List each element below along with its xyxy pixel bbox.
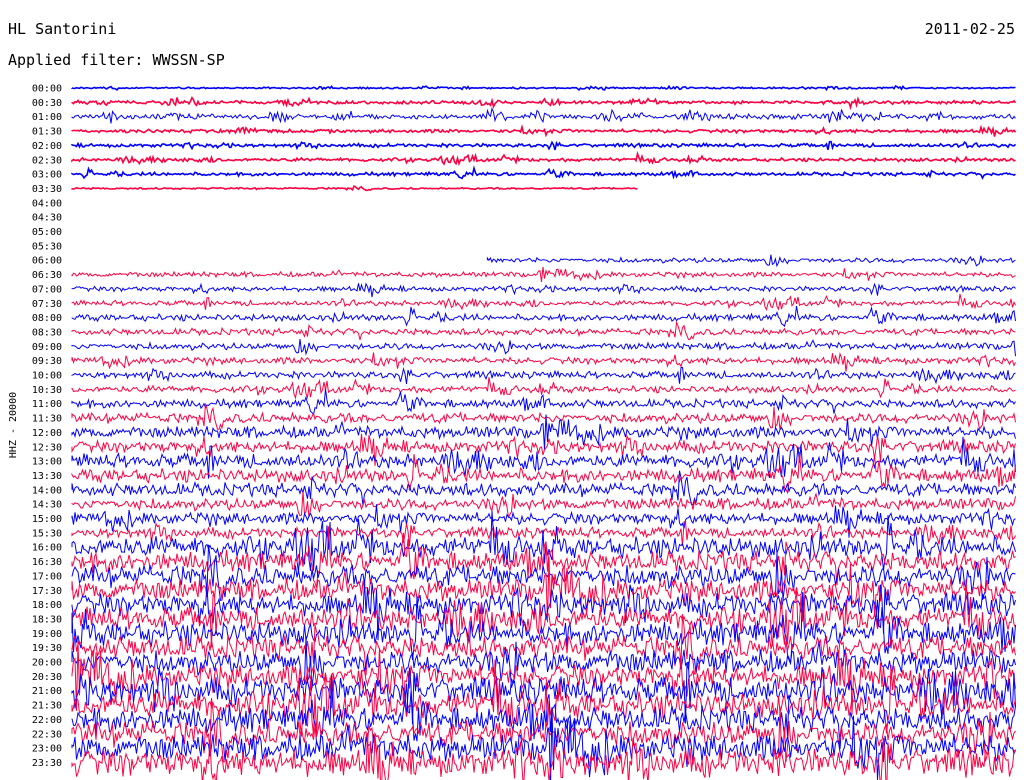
trace-line: [71, 403, 1016, 431]
time-label: 03:00: [32, 170, 62, 181]
trace-line: [71, 414, 1016, 450]
trace-line: [71, 377, 1016, 400]
trace-line: [71, 352, 1016, 372]
trace-line: [71, 697, 1016, 763]
trace-line: [71, 96, 1017, 111]
time-label: 08:00: [32, 313, 62, 324]
trace-line: [71, 320, 1016, 341]
trace-line: [71, 266, 1016, 282]
trace-line: [71, 140, 1017, 151]
time-label: 17:30: [32, 586, 62, 597]
time-label: 07:00: [32, 284, 62, 295]
trace-line: [71, 366, 1016, 385]
time-label: 11:00: [32, 399, 62, 410]
time-label: 15:30: [32, 528, 62, 539]
time-label: 10:30: [32, 385, 62, 396]
time-label: 05:30: [32, 241, 62, 252]
trace-line: [486, 254, 1016, 268]
time-tick-labels: 00:00 00:30 01:00 01:30 02:00 02:30 03:00 03:30…: [32, 84, 62, 769]
time-label: 21:30: [32, 701, 62, 712]
trace-line: [71, 150, 1016, 167]
helicorder-plot: 00:00 00:30 01:00 01:30 02:00 02:30 03:00 03:30…: [8, 84, 1017, 780]
time-label: 09:00: [32, 342, 62, 353]
time-label: 02:00: [32, 141, 62, 152]
time-label: 20:30: [32, 672, 62, 683]
time-label: 18:30: [32, 614, 62, 625]
time-label: 01:00: [32, 112, 62, 123]
time-label: 12:30: [32, 442, 62, 453]
time-label: 22:00: [32, 715, 62, 726]
time-label: 22:30: [32, 729, 62, 740]
time-label: 04:30: [32, 213, 62, 224]
time-label: 01:30: [32, 127, 62, 138]
trace-line: [71, 305, 1016, 328]
time-label: 12:00: [32, 428, 62, 439]
trace-line: [71, 106, 1016, 124]
time-label: 00:00: [32, 84, 62, 95]
time-label: 16:00: [32, 543, 62, 554]
time-label: 03:30: [32, 184, 62, 195]
time-label: 15:00: [32, 514, 62, 525]
time-label: 08:30: [32, 327, 62, 338]
time-label: 18:00: [32, 600, 62, 611]
time-label: 11:30: [32, 414, 62, 425]
time-label: 13:00: [32, 457, 62, 468]
time-label: 23:30: [32, 758, 62, 769]
time-label: 20:00: [32, 658, 62, 669]
time-label: 02:30: [32, 155, 62, 166]
trace-line: [71, 282, 1016, 298]
trace-line: [71, 338, 1016, 357]
trace-line: [71, 84, 1016, 92]
trace-line: [71, 165, 1016, 180]
time-label: 05:00: [32, 227, 62, 238]
time-label: 10:00: [32, 371, 62, 382]
trace-line: [71, 293, 1016, 312]
trace-line: [71, 470, 1016, 506]
trace-line: [71, 184, 638, 192]
time-label: 04:00: [32, 198, 62, 209]
time-label: 00:30: [32, 98, 62, 109]
time-label: 14:00: [32, 485, 62, 496]
seismic-traces: [71, 84, 1017, 780]
time-label: 06:30: [32, 270, 62, 281]
channel-label: HHZ - 20000: [8, 392, 19, 458]
time-label: 16:30: [32, 557, 62, 568]
time-label: 13:30: [32, 471, 62, 482]
time-label: 14:30: [32, 500, 62, 511]
time-label: 19:30: [32, 643, 62, 654]
time-label: 09:30: [32, 356, 62, 367]
time-label: 19:00: [32, 629, 62, 640]
trace-line: [71, 491, 1016, 519]
time-label: 07:30: [32, 299, 62, 310]
time-label: 17:00: [32, 571, 62, 582]
trace-line: [71, 123, 1017, 138]
time-label: 21:00: [32, 686, 62, 697]
time-label: 23:00: [32, 744, 62, 755]
time-label: 06:00: [32, 256, 62, 267]
